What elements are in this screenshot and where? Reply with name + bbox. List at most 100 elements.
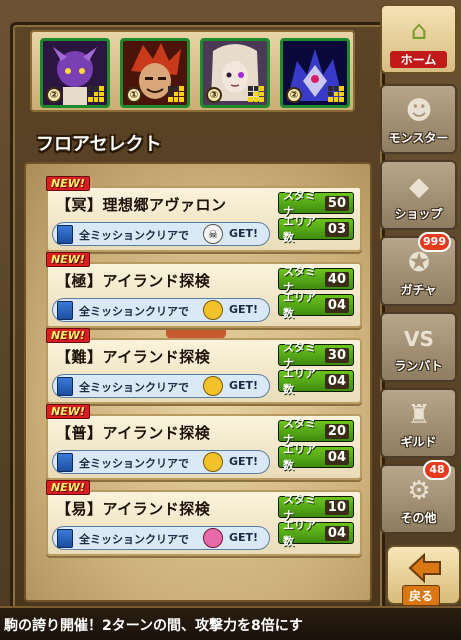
sidebar-item-label: その他 [400, 511, 437, 525]
stamina-value: 20 [324, 423, 349, 439]
mission-reward-row: 全ミッションクリアで GET! [52, 374, 270, 398]
gold-orb-reward-icon [203, 452, 223, 472]
area-value: 03 [324, 221, 349, 237]
sidebar-item-label: ランバト [394, 359, 443, 373]
mission-reward-row: 全ミッションクリアで ☠ GET! [52, 222, 270, 246]
awaken-grid [168, 86, 184, 102]
get-label: GET! [229, 227, 259, 240]
new-badge: NEW! [46, 176, 90, 191]
level-badge: ② [46, 87, 62, 103]
sidebar-nav: ⌂ ホーム ☻ モンスター ◆ ショップ ✪ ガチャ 999 VS ランバト ♜… [380, 0, 461, 640]
floor-item-island-hard[interactable]: NEW! 【難】アイランド探検 全ミッションクリアで GET! スタミナ 30 … [46, 328, 362, 404]
area-label: エリア数 [283, 291, 316, 320]
floor-name: 【冥】理想郷アヴァロン [56, 196, 227, 214]
level-badge: ① [126, 87, 142, 103]
mission-reward-row: 全ミッションクリアで GET! [52, 450, 270, 474]
stamina-value: 10 [324, 499, 349, 515]
level-badge: ② [286, 87, 302, 103]
mission-book-icon [57, 377, 73, 396]
sidebar-item-label: ショップ [394, 207, 443, 221]
gold-orb-reward-icon [203, 376, 223, 396]
monster-icon: ☻ [405, 96, 433, 126]
mission-book-icon [57, 225, 73, 244]
back-button[interactable]: 戻る [386, 545, 461, 606]
area-count-box: エリア数 04 [278, 443, 354, 472]
sidebar-item-monster[interactable]: ☻ モンスター [380, 84, 457, 154]
new-badge: NEW! [46, 480, 90, 495]
area-value: 04 [324, 373, 349, 389]
floor-name: 【極】アイランド探検 [56, 272, 211, 290]
area-count-box: エリア数 04 [278, 519, 354, 548]
sidebar-item-ranking-battle[interactable]: VS ランバト [380, 312, 457, 382]
mission-text: 全ミッションクリアで [79, 229, 189, 242]
mission-text: 全ミッションクリアで [79, 305, 189, 318]
sidebar-item-label: ホーム [390, 51, 447, 68]
stamina-value: 50 [324, 195, 349, 211]
shop-icon: ◆ [409, 172, 429, 202]
sidebar-item-home[interactable]: ⌂ ホーム [380, 4, 457, 74]
area-label: エリア数 [283, 367, 316, 396]
area-label: エリア数 [283, 519, 316, 548]
area-value: 04 [324, 525, 349, 541]
floor-item-island-normal[interactable]: NEW! 【普】アイランド探検 全ミッションクリアで GET! スタミナ 20 … [46, 404, 362, 480]
new-badge: NEW! [46, 328, 90, 343]
get-label: GET! [229, 379, 259, 392]
new-badge: NEW! [46, 404, 90, 419]
sidebar-item-label: ギルド [400, 435, 437, 449]
stamina-value: 40 [324, 271, 349, 287]
white-skull-reward-icon: ☠ [203, 224, 223, 244]
mission-text: 全ミッションクリアで [79, 457, 189, 470]
sidebar-item-gacha[interactable]: ✪ ガチャ 999 [380, 232, 457, 306]
news-ticker: 駒の誇り開催！2ターンの間、攻撃力を8倍にす [0, 606, 461, 640]
stamina-value: 30 [324, 347, 349, 363]
awaken-grid [328, 86, 344, 102]
area-count-box: エリア数 04 [278, 291, 354, 320]
area-count-box: エリア数 04 [278, 367, 354, 396]
back-button-label: 戻る [402, 585, 441, 606]
sidebar-item-other[interactable]: ⚙ その他 48 [380, 460, 457, 534]
area-count-box: エリア数 03 [278, 215, 354, 244]
back-arrow-icon [408, 553, 441, 583]
party-member-2[interactable]: ① [120, 38, 190, 108]
app-root: ② ♛ ① [0, 0, 461, 640]
notification-badge: 999 [418, 232, 451, 252]
area-label: エリア数 [283, 215, 316, 244]
stamina-box: スタミナ 30 [278, 341, 354, 370]
floor-name: 【易】アイランド探検 [56, 500, 211, 518]
mission-reward-row: 全ミッションクリアで GET! [52, 526, 270, 550]
sidebar-item-label: ガチャ [400, 283, 437, 297]
home-icon: ⌂ [410, 16, 428, 46]
stamina-box: スタミナ 10 [278, 493, 354, 522]
sidebar-item-shop[interactable]: ◆ ショップ [380, 160, 457, 230]
stamina-box: スタミナ 40 [278, 265, 354, 294]
sidebar-item-guild[interactable]: ♜ ギルド [380, 388, 457, 458]
mission-book-icon [57, 301, 73, 320]
stamina-box: スタミナ 20 [278, 417, 354, 446]
floor-list: NEW! 【冥】理想郷アヴァロン 全ミッションクリアで ☠ GET! スタミナ … [24, 162, 372, 602]
versus-icon: VS [404, 327, 434, 351]
notification-badge: 48 [423, 460, 451, 480]
sidebar-item-label: モンスター [388, 131, 449, 145]
get-label: GET! [229, 455, 259, 468]
area-value: 04 [324, 449, 349, 465]
mission-text: 全ミッションクリアで [79, 381, 189, 394]
pink-creature-reward-icon [203, 528, 223, 548]
mission-book-icon [57, 453, 73, 472]
party-member-1[interactable]: ② [40, 38, 110, 108]
level-badge: ③ [206, 87, 222, 103]
floor-item-island-extreme[interactable]: NEW! 【極】アイランド探検 全ミッションクリアで GET! スタミナ 40 … [46, 252, 362, 328]
floor-name: 【難】アイランド探検 [56, 348, 211, 366]
party-member-3[interactable]: ③ [200, 38, 270, 108]
mission-reward-row: 全ミッションクリアで GET! [52, 298, 270, 322]
area-label: エリア数 [283, 443, 316, 472]
floor-item-island-easy[interactable]: NEW! 【易】アイランド探検 全ミッションクリアで GET! スタミナ 10 … [46, 480, 362, 556]
get-label: GET! [229, 303, 259, 316]
stamina-box: スタミナ 50 [278, 189, 354, 218]
gold-orb-reward-icon [203, 300, 223, 320]
floor-name: 【普】アイランド探検 [56, 424, 211, 442]
awaken-grid [88, 86, 104, 102]
awaken-grid [248, 86, 264, 102]
party-bar: ② ♛ ① [30, 30, 355, 112]
party-member-4[interactable]: ② [280, 38, 350, 108]
floor-item-avalon[interactable]: NEW! 【冥】理想郷アヴァロン 全ミッションクリアで ☠ GET! スタミナ … [46, 176, 362, 252]
